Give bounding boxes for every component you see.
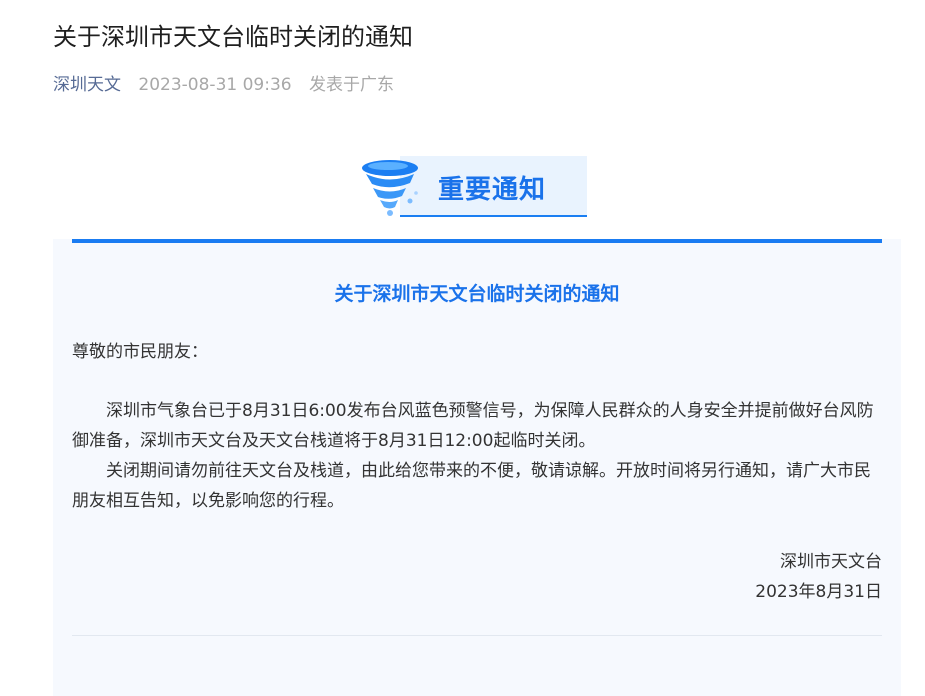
notice-title: 关于深圳市天文台临时关闭的通知 <box>334 283 620 305</box>
publish-location: 发表于广东 <box>309 75 395 95</box>
publish-time: 2023-08-31 09:36 <box>138 75 292 95</box>
tornado-icon <box>362 160 418 216</box>
card-top-bar <box>72 239 882 243</box>
notice-card: 关于深圳市天文台临时关闭的通知 尊敬的市民朋友： 深圳市气象台已于8月31日6:… <box>53 239 901 696</box>
notice-signature: 深圳市天文台 <box>780 552 882 572</box>
account-name-link[interactable]: 深圳天文 <box>53 75 121 95</box>
card-divider <box>72 635 882 636</box>
notice-signature-block: 深圳市天文台 2023年8月31日 <box>755 547 882 607</box>
notice-body: 深圳市气象台已于8月31日6:00发布台风蓝色预警信号，为保障人民群众的人身安全… <box>72 396 884 516</box>
notice-date: 2023年8月31日 <box>755 582 882 602</box>
notice-paragraph: 深圳市气象台已于8月31日6:00发布台风蓝色预警信号，为保障人民群众的人身安全… <box>72 401 874 451</box>
notice-paragraph: 关闭期间请勿前往天文台及栈道，由此给您带来的不便，敬请谅解。开放时间将另行通知，… <box>72 461 871 511</box>
notice-salutation: 尊敬的市民朋友： <box>72 342 208 362</box>
banner-label: 重要通知 <box>438 175 547 205</box>
article-title: 关于深圳市天文台临时关闭的通知 <box>53 23 413 51</box>
article-meta: 深圳天文 2023-08-31 09:36 发表于广东 <box>53 71 394 99</box>
